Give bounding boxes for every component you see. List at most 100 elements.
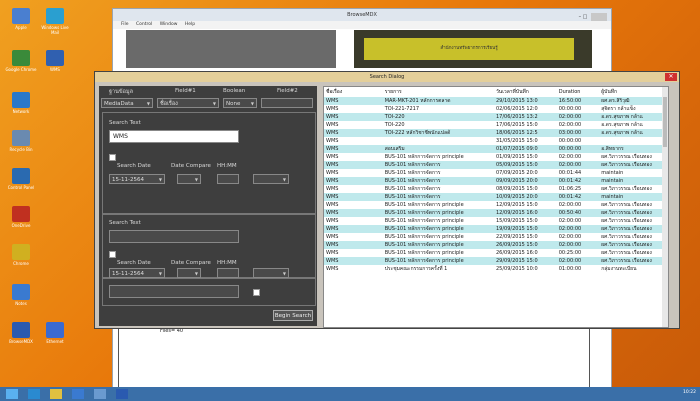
maximize-button[interactable]: □ bbox=[583, 14, 588, 20]
column-header[interactable]: ผู้บันทึก bbox=[599, 87, 664, 97]
chevron-down-icon: ▼ bbox=[282, 177, 286, 182]
table-row[interactable]: WMS ประชุมคณะกรรมการครั้งที่ 1 25/09/2015 … bbox=[324, 265, 664, 273]
table-row[interactable]: WMS BUS-101 หลักการจัดการ principle 26/09/… bbox=[324, 240, 664, 249]
table-row[interactable]: WMS BUS-101 หลักการจัดการ 07/09/2015 20:0 0… bbox=[324, 169, 664, 177]
menu-control[interactable]: Control bbox=[136, 22, 152, 27]
app-icon bbox=[12, 168, 30, 184]
results-scrollbar[interactable] bbox=[662, 87, 668, 327]
dialog-close-button[interactable]: ✕ bbox=[665, 73, 677, 81]
table-cell: WMS bbox=[324, 97, 383, 105]
table-row[interactable]: WMS BUS-101 หลักการจัดการ 09/09/2015 20:0 0… bbox=[324, 176, 664, 185]
table-row[interactable]: WMS BUS-101 หลักการจัดการ principle 29/09/… bbox=[324, 256, 664, 265]
browsemdx-taskbar-icon[interactable] bbox=[116, 389, 128, 399]
table-cell: 10/09/2015 20:0 bbox=[493, 192, 557, 201]
desktop-icon[interactable]: Recycle Bin bbox=[4, 130, 38, 152]
start-icon[interactable] bbox=[6, 389, 18, 399]
app-icon[interactable] bbox=[94, 389, 106, 399]
desktop-icon[interactable]: Apple bbox=[4, 8, 38, 30]
desktop-icon[interactable]: BrowseMDX bbox=[4, 322, 38, 344]
desktop-icon[interactable]: Chrome bbox=[4, 244, 38, 266]
table-row[interactable]: WMS BUS-101 หลักการจัดการ principle 01/09/… bbox=[324, 153, 664, 161]
db-header: ฐานข้อมูล bbox=[109, 89, 133, 95]
begin-search-button[interactable]: Begin Search bbox=[273, 310, 313, 321]
search-criteria-panel: ฐานข้อมูล Field#1 Boolean Field#2 MediaD… bbox=[99, 86, 317, 326]
table-row[interactable]: WMS BUS-101 หลักการจัดการ 10/09/2015 20:0 0… bbox=[324, 192, 664, 201]
desktop-icon[interactable]: Notes bbox=[4, 284, 38, 306]
table-row[interactable]: WMS BUS-101 หลักการจัดการ principle 19/09/… bbox=[324, 224, 664, 233]
desktop-icon[interactable]: Ethernet bbox=[38, 322, 72, 344]
extra-checkbox[interactable] bbox=[253, 289, 260, 296]
table-cell: อ.ดร.สุขภาพ กล้าแ bbox=[601, 122, 643, 128]
table-cell: 01:06:25 bbox=[558, 185, 582, 192]
table-row[interactable]: WMS BUS-101 หลักการจัดการ 05/09/2015 15:0 0… bbox=[324, 160, 664, 169]
table-cell: BUS-101 หลักการจัดการ principle bbox=[384, 249, 464, 256]
desktop-icon[interactable]: WMS bbox=[38, 50, 72, 72]
column-header[interactable]: ชื่อเรื่อง bbox=[324, 87, 383, 97]
table-row[interactable]: WMS 31/05/2015 15:0 00:00:00 bbox=[324, 137, 664, 145]
app-icon bbox=[12, 322, 30, 338]
table-cell: 00:00:00 bbox=[558, 106, 582, 112]
search-date-checkbox-1[interactable] bbox=[109, 154, 116, 161]
date-picker-1[interactable]: 15-11-2564 ▼ bbox=[109, 174, 165, 184]
desktop-icon[interactable]: Windows Live Mail bbox=[38, 8, 72, 35]
table-row[interactable]: WMS BUS-101 หลักการจัดการ principle 12/09/… bbox=[324, 201, 664, 209]
boolean-select[interactable]: None ▼ bbox=[223, 98, 257, 108]
chevron-down-icon: ▼ bbox=[212, 101, 216, 106]
clock: 10:22 bbox=[683, 390, 696, 395]
desktop-icon[interactable]: Control Panel bbox=[4, 168, 38, 190]
hhmm-input-2[interactable] bbox=[217, 268, 239, 278]
search-text-input-3[interactable] bbox=[109, 285, 239, 298]
table-cell: WMS bbox=[326, 122, 339, 128]
table-cell: maintain bbox=[601, 169, 624, 176]
time-input-1[interactable]: ▼ bbox=[253, 174, 289, 184]
menu-help[interactable]: Help bbox=[185, 22, 195, 27]
date-picker-2[interactable]: 15-11-2564 ▼ bbox=[109, 268, 165, 278]
table-row[interactable]: WMS สอบเสริม 01/07/2015 09:0 00:00:00 อ.สิทธ… bbox=[324, 144, 664, 153]
db-select[interactable]: MediaData ▼ bbox=[101, 98, 153, 108]
table-row[interactable]: WMS BUS-101 หลักการจัดการ principle 15/09/… bbox=[324, 217, 664, 225]
table-cell: BUS-101 หลักการจัดการ bbox=[382, 160, 494, 169]
table-row[interactable]: WMS TOI-221-7217 02/06/2015 12:0 00:00:00 สุ… bbox=[324, 105, 664, 113]
boolean-header: Boolean bbox=[223, 88, 246, 94]
table-cell: ผศ.วิภาวรรณ เรือนทอง bbox=[599, 208, 664, 217]
column-header[interactable]: Duration bbox=[556, 87, 600, 97]
search-text-input-1[interactable]: WMS bbox=[109, 130, 239, 143]
menu-file[interactable]: File bbox=[121, 22, 129, 27]
table-cell: BUS-101 หลักการจัดการ principle bbox=[382, 208, 494, 217]
desktop-icon-label: Control Panel bbox=[7, 185, 35, 190]
folder-icon[interactable] bbox=[50, 389, 62, 399]
table-cell: 02:00:00 bbox=[556, 240, 600, 249]
date-compare-select-1[interactable]: ▼ bbox=[177, 174, 201, 184]
table-row[interactable]: WMS TOI-220 17/06/2015 13:2 02:00:00 อ.ดร.สุ… bbox=[324, 113, 664, 121]
field1-select[interactable]: ชื่อเรื่อง ▼ bbox=[157, 98, 219, 108]
table-row[interactable]: WMS BUS-101 หลักการจัดการ principle 12/09/… bbox=[324, 208, 664, 217]
table-row[interactable]: WMS BUS-101 หลักการจัดการ principle 22/09/… bbox=[324, 233, 664, 241]
field2-select[interactable] bbox=[261, 98, 313, 108]
minimize-button[interactable]: – bbox=[579, 14, 582, 20]
table-row[interactable]: WMS BUS-101 หลักการจัดการ 08/09/2015 15:0 0… bbox=[324, 185, 664, 193]
table-cell: ประชุมคณะกรรมการครั้งที่ 1 bbox=[384, 265, 448, 272]
date-value-1: 15-11-2564 bbox=[112, 177, 144, 183]
table-row[interactable]: WMS TOI-220 17/06/2015 15:0 02:00:00 อ.ดร.สุ… bbox=[324, 121, 664, 129]
column-header[interactable]: รายการ bbox=[382, 87, 494, 97]
field2-header: Field#2 bbox=[277, 88, 298, 94]
column-header[interactable]: วันเวลาที่บันทึก bbox=[493, 87, 557, 97]
search-text-input-2[interactable] bbox=[109, 230, 239, 243]
desktop-icon[interactable]: Network bbox=[4, 92, 38, 114]
hhmm-input-1[interactable] bbox=[217, 174, 239, 184]
scrollbar-thumb[interactable] bbox=[663, 97, 667, 147]
ie-icon[interactable] bbox=[28, 389, 40, 399]
app-icon[interactable] bbox=[72, 389, 84, 399]
table-cell: 26/09/2015 16:0 bbox=[495, 249, 538, 256]
desktop-icon[interactable]: OneDrive bbox=[4, 206, 38, 228]
desktop-icon[interactable]: Google Chrome bbox=[4, 50, 38, 72]
date-compare-select-2[interactable]: ▼ bbox=[177, 268, 201, 278]
search-date-checkbox-2[interactable] bbox=[109, 251, 116, 258]
time-input-2[interactable]: ▼ bbox=[253, 268, 289, 278]
close-button[interactable] bbox=[591, 12, 607, 21]
table-cell: อ.ดร.สุขภาพ กล้าแ bbox=[599, 129, 664, 137]
menu-window[interactable]: Window bbox=[160, 22, 178, 27]
table-row[interactable]: WMS TOI-222 หลักวิชาชีพนักแปลด้ 18/06/2015… bbox=[324, 129, 664, 137]
table-row[interactable]: WMS MAR-MKT-201 หลักการตลาด 29/10/2015 13:… bbox=[324, 97, 664, 105]
table-row[interactable]: WMS BUS-101 หลักการจัดการ principle 26/09/… bbox=[324, 249, 664, 257]
